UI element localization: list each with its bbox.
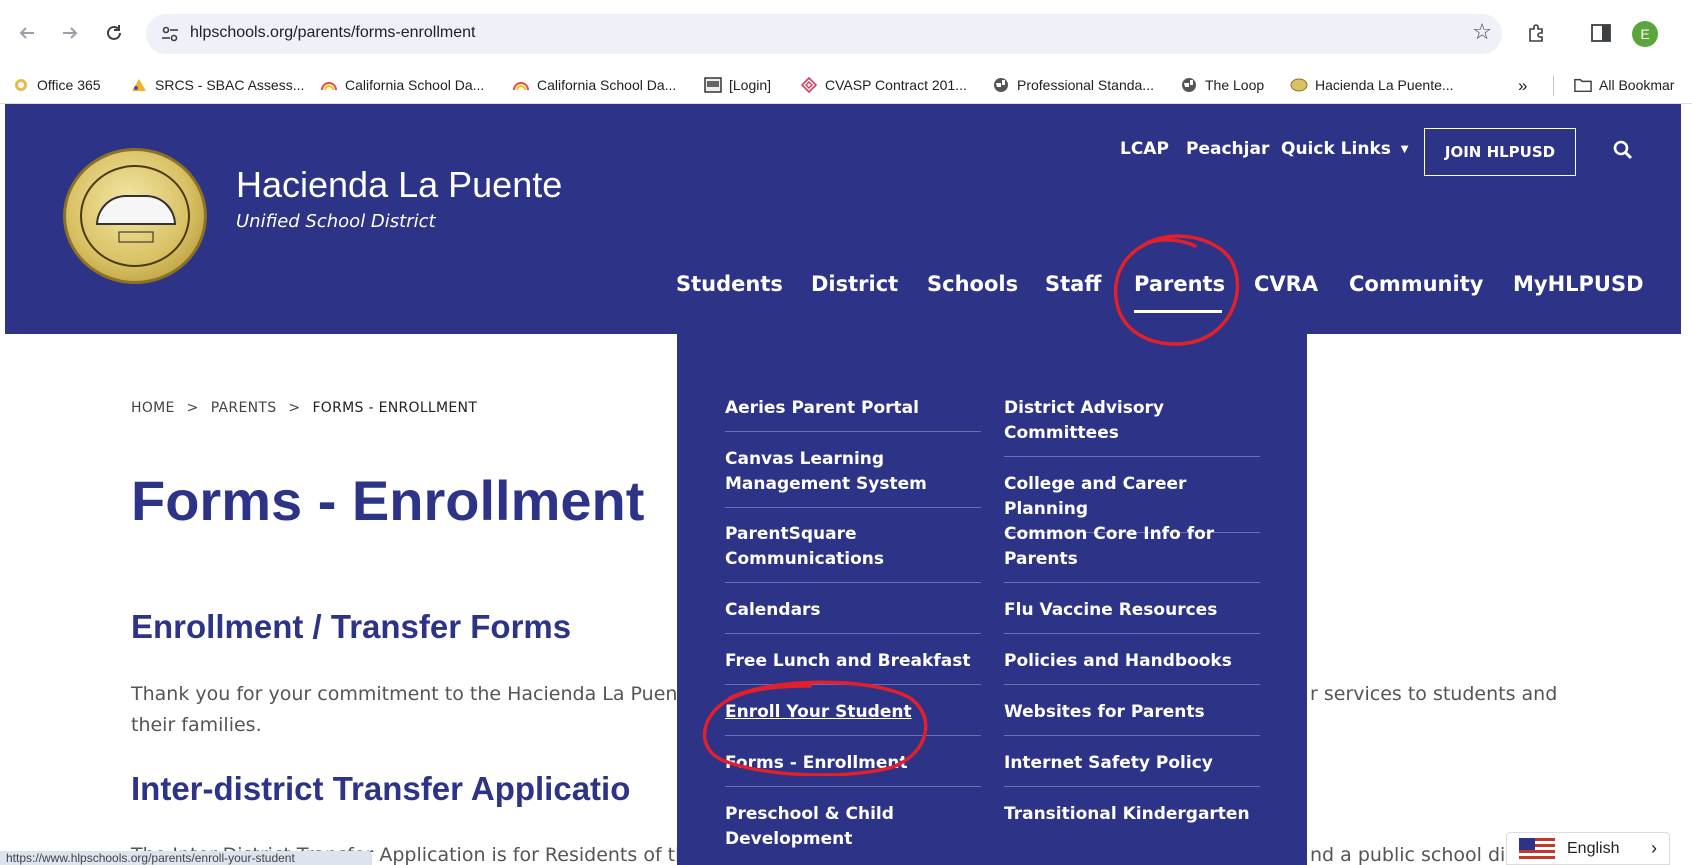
menu-item-parentsquare[interactable]: ParentSquare Communications bbox=[725, 522, 981, 583]
side-panel-icon[interactable] bbox=[1584, 16, 1618, 50]
menu-item-enroll-your-student[interactable]: Enroll Your Student bbox=[725, 700, 981, 736]
sbac-icon bbox=[130, 76, 148, 94]
all-bookmarks-folder[interactable]: All Bookmar bbox=[1574, 76, 1674, 94]
language-selector[interactable]: English › bbox=[1506, 832, 1670, 865]
profile-avatar[interactable]: E bbox=[1632, 21, 1658, 47]
address-bar[interactable]: hlpschools.org/parents/forms-enrollment … bbox=[146, 14, 1502, 54]
bookmark-the-loop[interactable]: The Loop bbox=[1180, 76, 1264, 94]
nav-myhlpusd[interactable]: MyHLPUSD bbox=[1513, 272, 1644, 296]
bookmark-srcs-sbac[interactable]: SRCS - SBAC Assess... bbox=[130, 76, 304, 94]
bookmark-star-icon[interactable]: ☆ bbox=[1472, 20, 1492, 45]
site-name[interactable]: Hacienda La Puente bbox=[236, 164, 562, 206]
more-bookmarks-chevron-icon[interactable]: » bbox=[1518, 76, 1527, 96]
folder-icon bbox=[1574, 76, 1592, 94]
nav-staff[interactable]: Staff bbox=[1045, 272, 1101, 296]
nav-students[interactable]: Students bbox=[676, 272, 783, 296]
browser-toolbar: hlpschools.org/parents/forms-enrollment … bbox=[0, 0, 1692, 66]
menu-item-district-advisory-committees[interactable]: District Advisory Committees bbox=[1004, 396, 1260, 457]
us-flag-icon bbox=[1519, 837, 1555, 860]
globe-icon bbox=[992, 76, 1010, 94]
menu-item-canvas-lms[interactable]: Canvas Learning Management System bbox=[725, 447, 981, 508]
language-label: English bbox=[1567, 839, 1620, 857]
url-text[interactable]: hlpschools.org/parents/forms-enrollment bbox=[190, 24, 475, 42]
dashboard-gauge-icon bbox=[512, 76, 530, 94]
quick-links-menu[interactable]: Quick Links ▼ bbox=[1281, 139, 1409, 159]
chevron-right-icon: › bbox=[1651, 838, 1657, 858]
nav-community[interactable]: Community bbox=[1349, 272, 1483, 296]
extensions-puzzle-icon[interactable] bbox=[1520, 16, 1554, 50]
search-icon[interactable] bbox=[1613, 140, 1635, 162]
enrollment-transfer-heading: Enrollment / Transfer Forms bbox=[131, 608, 572, 645]
nav-parents[interactable]: Parents bbox=[1134, 272, 1225, 296]
office-icon bbox=[12, 76, 30, 94]
menu-item-transitional-kindergarten[interactable]: Transitional Kindergarten bbox=[1004, 802, 1260, 837]
menu-item-aeries-parent-portal[interactable]: Aeries Parent Portal bbox=[725, 396, 981, 432]
site-header: Hacienda La Puente Unified School Distri… bbox=[5, 104, 1681, 334]
bookmarks-bar: Office 365 SRCS - SBAC Assess... Califor… bbox=[0, 66, 1692, 104]
peachjar-link[interactable]: Peachjar bbox=[1186, 139, 1269, 159]
bookmarks-divider bbox=[1553, 76, 1554, 96]
interdistrict-transfer-heading: Inter-district Transfer Applicatio bbox=[131, 770, 631, 807]
bookmark-california-school-dashboard-2[interactable]: California School Da... bbox=[512, 76, 676, 94]
district-seal-logo[interactable] bbox=[63, 148, 207, 284]
bookmark-login[interactable]: [Login] bbox=[704, 76, 771, 94]
link-status-bar: https://www.hlpschools.org/parents/enrol… bbox=[0, 851, 372, 865]
site-settings-icon[interactable] bbox=[158, 22, 182, 46]
menu-item-preschool[interactable]: Preschool & Child Development bbox=[725, 802, 981, 862]
page-title: Forms - Enrollment bbox=[131, 469, 645, 532]
nav-cvra[interactable]: CVRA bbox=[1254, 272, 1318, 296]
join-hlpusd-button[interactable]: JOIN HLPUSD bbox=[1424, 128, 1576, 176]
bookmark-office-365[interactable]: Office 365 bbox=[12, 76, 101, 94]
hlpusd-icon bbox=[1290, 76, 1308, 94]
forward-arrow-icon[interactable] bbox=[55, 18, 85, 48]
menu-item-forms-enrollment[interactable]: Forms - Enrollment bbox=[725, 751, 981, 787]
breadcrumb-separator: > bbox=[288, 400, 301, 416]
bookmark-california-school-dashboard-1[interactable]: California School Da... bbox=[320, 76, 484, 94]
menu-item-websites-for-parents[interactable]: Websites for Parents bbox=[1004, 700, 1260, 736]
reload-icon[interactable] bbox=[99, 18, 129, 48]
globe-icon bbox=[1180, 76, 1198, 94]
nav-district[interactable]: District bbox=[811, 272, 898, 296]
menu-item-common-core-info[interactable]: Common Core Info for Parents bbox=[1004, 522, 1260, 583]
site-subtitle: Unified School District bbox=[236, 211, 436, 232]
lcap-link[interactable]: LCAP bbox=[1120, 139, 1169, 159]
parents-dropdown-menu: Aeries Parent Portal Canvas Learning Man… bbox=[677, 334, 1307, 865]
cvasp-icon bbox=[800, 76, 818, 94]
menu-item-internet-safety[interactable]: Internet Safety Policy bbox=[1004, 751, 1260, 787]
active-nav-underline bbox=[1134, 310, 1222, 313]
menu-item-free-lunch[interactable]: Free Lunch and Breakfast bbox=[725, 649, 981, 685]
intro-text-line2: their families. bbox=[131, 714, 262, 736]
breadcrumb-current: FORMS - ENROLLMENT bbox=[312, 400, 478, 416]
bookmark-cvasp-contract[interactable]: CVASP Contract 201... bbox=[800, 76, 967, 94]
login-page-icon bbox=[704, 76, 722, 94]
menu-item-policies-handbooks[interactable]: Policies and Handbooks bbox=[1004, 649, 1260, 685]
interdistrict-text-right: nd a public school distr bbox=[1310, 844, 1531, 865]
bookmark-hacienda-la-puente[interactable]: Hacienda La Puente... bbox=[1290, 76, 1454, 94]
breadcrumb-parents[interactable]: PARENTS bbox=[211, 400, 277, 416]
intro-text-left: Thank you for your commitment to the Hac… bbox=[131, 683, 717, 705]
breadcrumb-separator: > bbox=[186, 400, 199, 416]
nav-schools[interactable]: Schools bbox=[927, 272, 1018, 296]
intro-text-right: r services to students and bbox=[1310, 683, 1558, 705]
seal-year bbox=[118, 231, 154, 246]
menu-item-flu-vaccine[interactable]: Flu Vaccine Resources bbox=[1004, 598, 1260, 634]
back-arrow-icon[interactable] bbox=[12, 18, 42, 48]
breadcrumb-home[interactable]: HOME bbox=[131, 400, 175, 416]
dashboard-gauge-icon bbox=[320, 76, 338, 94]
menu-item-calendars[interactable]: Calendars bbox=[725, 598, 981, 634]
breadcrumb: HOME > PARENTS > FORMS - ENROLLMENT bbox=[131, 400, 477, 416]
caret-down-icon: ▼ bbox=[1400, 143, 1409, 155]
bookmark-professional-standards[interactable]: Professional Standa... bbox=[992, 76, 1154, 94]
